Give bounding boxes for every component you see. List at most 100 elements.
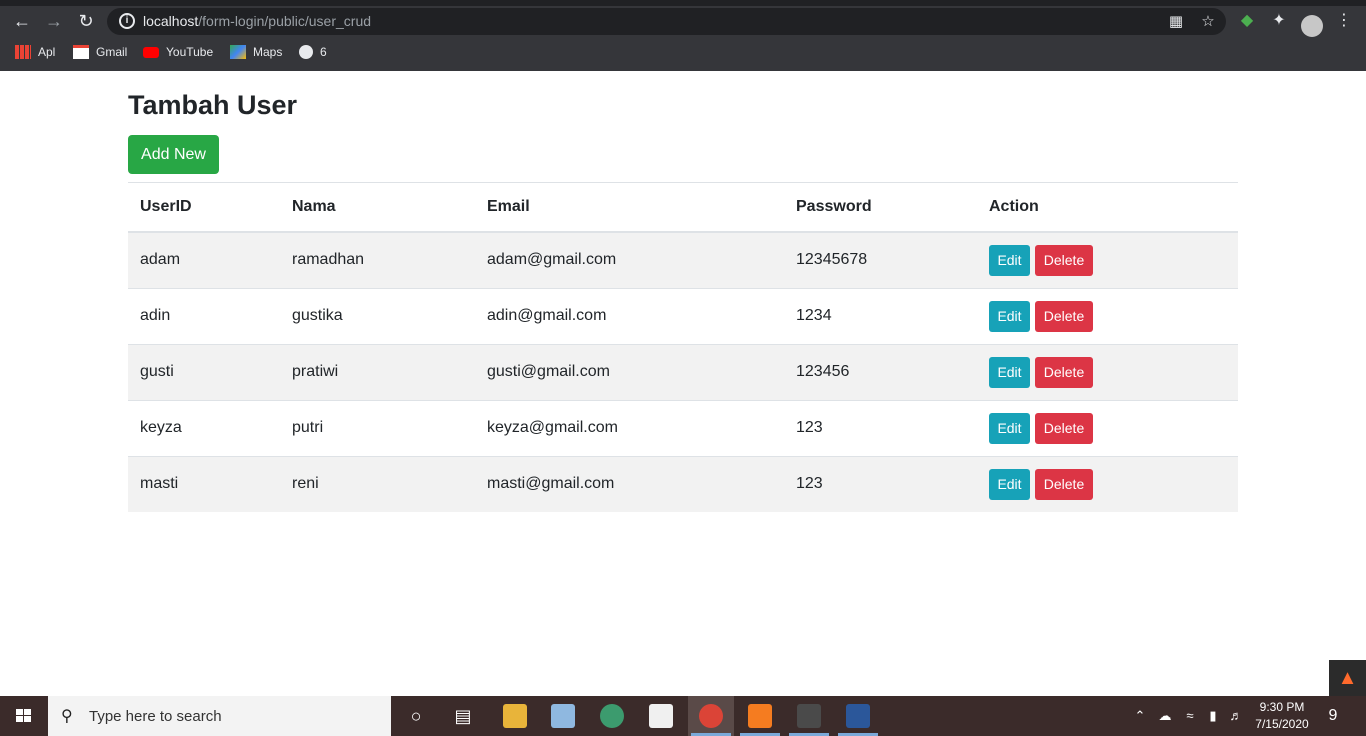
cell-action: Edit Delete — [977, 287, 1238, 344]
virtualbox-icon[interactable] — [551, 704, 575, 728]
bookmark-label: YouTube — [166, 45, 214, 59]
table-header-row: UserID Nama Email Password Action — [128, 183, 1238, 233]
cell-email: adin@gmail.com — [475, 287, 784, 344]
store-icon[interactable] — [649, 704, 673, 728]
delete-button[interactable]: Delete — [1035, 412, 1093, 444]
taskbar-search-input[interactable]: ⚲ Type here to search — [48, 696, 391, 736]
table-row: gusti pratiwi gusti@gmail.com 123456 Edi… — [128, 343, 1238, 400]
page-title: Tambah User — [128, 90, 298, 120]
flame-icon[interactable]: ▲ — [1329, 660, 1366, 696]
delete-button[interactable]: Delete — [1035, 356, 1093, 388]
delete-button[interactable]: Delete — [1035, 468, 1093, 500]
windows-taskbar: ⚲ Type here to search ○ ▤ ⌃ ☁ ≈ ▮ ♬ 9:30… — [0, 696, 1366, 736]
add-new-button[interactable]: Add New — [128, 135, 219, 174]
chrome-icon[interactable] — [699, 704, 723, 728]
clock-time: 9:30 PM — [1259, 700, 1305, 714]
cell-userid: adin — [128, 287, 280, 344]
cell-nama: ramadhan — [280, 231, 475, 288]
edit-button[interactable]: Edit — [989, 300, 1030, 332]
notification-count: 9 — [1328, 707, 1338, 724]
xampp-icon[interactable] — [748, 704, 772, 728]
youtube-icon — [143, 46, 159, 58]
notification-center-icon[interactable]: 9 — [1320, 704, 1346, 730]
reload-icon[interactable]: ↻ — [75, 10, 97, 32]
bookmark-globe[interactable]: 6 — [299, 43, 327, 61]
translate-icon[interactable]: ▦ — [1167, 13, 1185, 31]
start-button[interactable] — [0, 696, 48, 736]
delete-button[interactable]: Delete — [1035, 244, 1093, 276]
table-row: masti reni masti@gmail.com 123 Edit Delet… — [128, 455, 1238, 512]
maps-icon — [230, 45, 246, 59]
cell-nama: reni — [280, 455, 475, 512]
menu-kebab-icon[interactable]: ⋮ — [1333, 10, 1355, 32]
edit-button[interactable]: Edit — [989, 412, 1030, 444]
cell-password: 1234 — [784, 287, 977, 344]
file-explorer-icon[interactable] — [503, 704, 527, 728]
url-text: localhost/form-login/public/user_crud — [143, 13, 371, 29]
extension-icon[interactable]: ◆ — [1236, 10, 1258, 32]
forward-icon[interactable]: → — [43, 10, 65, 32]
browser-toolbar: ← → ↻ i localhost/form-login/public/user… — [0, 6, 1366, 37]
cell-action: Edit Delete — [977, 455, 1238, 512]
bookmark-maps[interactable]: Maps — [230, 43, 282, 61]
column-header-action: Action — [977, 183, 1238, 233]
cell-userid: gusti — [128, 343, 280, 400]
task-view-icon[interactable]: ▤ — [440, 696, 486, 736]
bookmark-star-icon[interactable]: ☆ — [1199, 13, 1217, 31]
volume-icon[interactable]: ♬ — [1226, 696, 1246, 736]
battery-icon[interactable]: ▮ — [1203, 696, 1223, 736]
table-row: adam ramadhan adam@gmail.com 12345678 Ed… — [128, 231, 1238, 288]
column-header-password: Password — [784, 183, 977, 233]
column-header-nama: Nama — [280, 183, 475, 233]
bookmark-apps[interactable]: Apl — [15, 43, 55, 61]
cell-nama: gustika — [280, 287, 475, 344]
delete-button[interactable]: Delete — [1035, 300, 1093, 332]
cell-password: 123456 — [784, 343, 977, 400]
bookmark-label: Gmail — [96, 45, 128, 59]
table-row: adin gustika adin@gmail.com 1234 Edit Del… — [128, 287, 1238, 344]
profile-avatar[interactable] — [1301, 15, 1323, 37]
cell-userid: adam — [128, 231, 280, 288]
back-icon[interactable]: ← — [11, 10, 33, 32]
bookmark-label: Maps — [253, 45, 283, 59]
cortana-icon[interactable]: ○ — [393, 696, 439, 736]
edge-icon[interactable] — [600, 704, 624, 728]
clock-date: 7/15/2020 — [1255, 717, 1309, 731]
edit-button[interactable]: Edit — [989, 468, 1030, 500]
wifi-icon[interactable]: ≈ — [1180, 696, 1200, 736]
column-header-userid: UserID — [128, 183, 280, 233]
bookmark-gmail[interactable]: Gmail — [73, 43, 127, 61]
cell-email: adam@gmail.com — [475, 231, 784, 288]
cell-nama: putri — [280, 399, 475, 456]
cell-password: 12345678 — [784, 231, 977, 288]
column-header-email: Email — [475, 183, 784, 233]
bookmarks-bar: Apl Gmail YouTube Maps 6 — [0, 40, 1366, 64]
edit-button[interactable]: Edit — [989, 244, 1030, 276]
user-table-container: UserID Nama Email Password Action adam r… — [128, 182, 1238, 512]
cell-email: masti@gmail.com — [475, 455, 784, 512]
tray-overflow-icon[interactable]: ⌃ — [1131, 696, 1149, 736]
cell-userid: masti — [128, 455, 280, 512]
cell-password: 123 — [784, 455, 977, 512]
edit-button[interactable]: Edit — [989, 356, 1030, 388]
extensions-puzzle-icon[interactable]: ✦ — [1268, 10, 1290, 32]
url-host: localhost — [143, 13, 199, 29]
gmail-icon — [73, 45, 89, 59]
taskbar-clock[interactable]: 9:30 PM 7/15/2020 — [1250, 699, 1314, 733]
user-table: UserID Nama Email Password Action adam r… — [128, 183, 1238, 512]
table-row: keyza putri keyza@gmail.com 123 Edit Dele… — [128, 399, 1238, 456]
address-bar[interactable]: i localhost/form-login/public/user_crud … — [107, 8, 1226, 35]
cell-email: gusti@gmail.com — [475, 343, 784, 400]
bookmark-youtube[interactable]: YouTube — [143, 43, 213, 61]
cell-action: Edit Delete — [977, 343, 1238, 400]
onedrive-icon[interactable]: ☁ — [1155, 696, 1175, 736]
cell-action: Edit Delete — [977, 399, 1238, 456]
cell-userid: keyza — [128, 399, 280, 456]
windows-logo-icon — [16, 709, 32, 723]
sublime-text-icon[interactable] — [797, 704, 821, 728]
site-info-icon[interactable]: i — [119, 13, 135, 29]
bookmark-label: Apl — [38, 45, 56, 59]
apps-grid-icon — [15, 45, 31, 59]
word-icon[interactable] — [846, 704, 870, 728]
browser-chrome: ← → ↻ i localhost/form-login/public/user… — [0, 0, 1366, 71]
